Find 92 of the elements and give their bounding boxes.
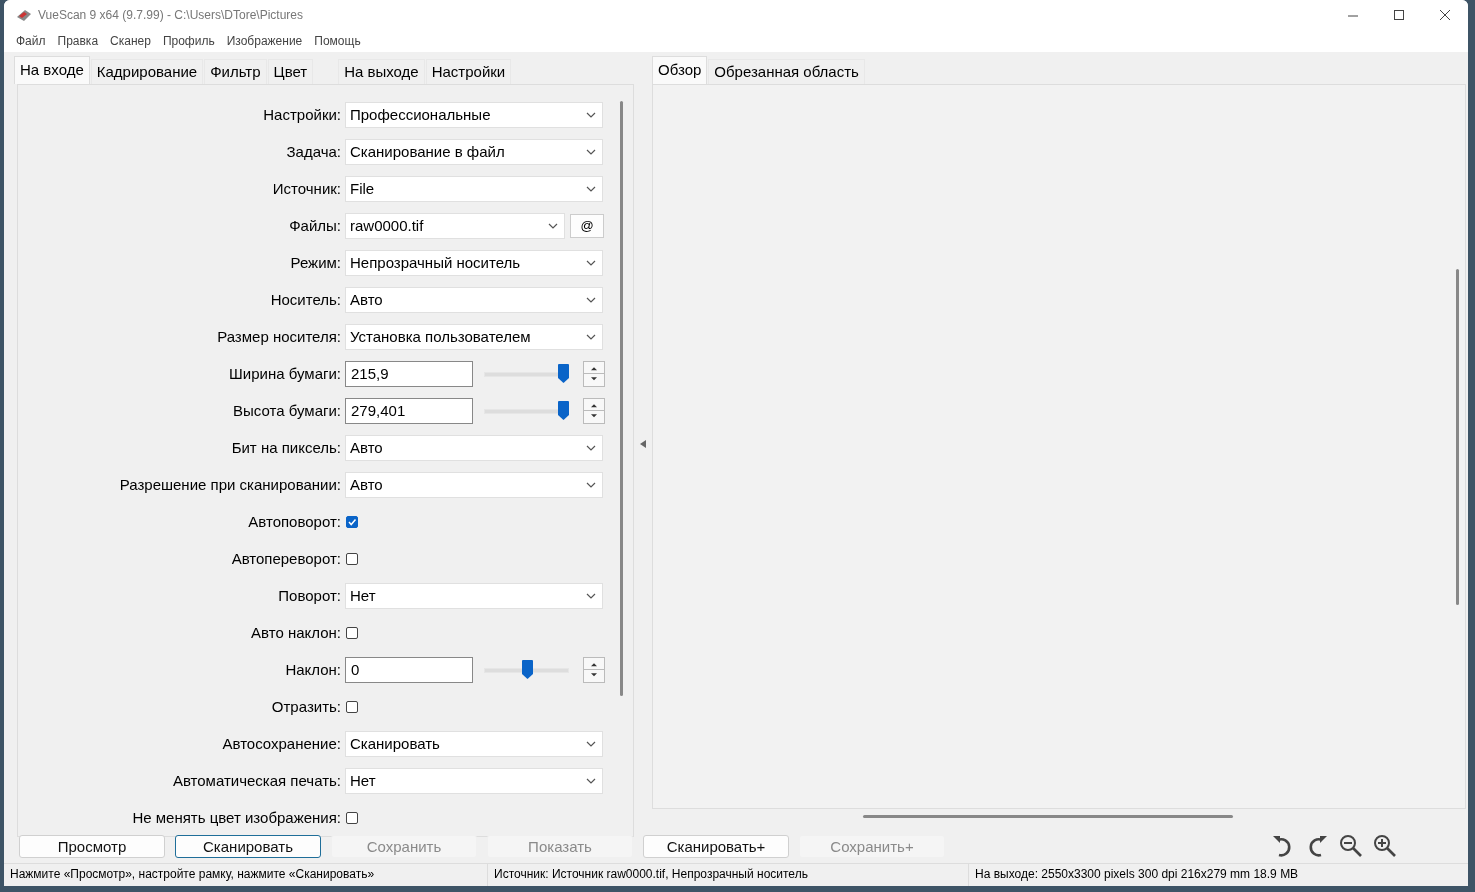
menu-item[interactable]: Правка <box>52 34 106 48</box>
caret-icon <box>548 222 558 229</box>
input-field[interactable]: 0 <box>345 656 473 683</box>
slider-thumb[interactable] <box>558 400 570 420</box>
caret-icon <box>586 592 596 599</box>
dropdown[interactable]: Авто <box>345 471 603 498</box>
slider[interactable] <box>484 658 569 681</box>
checkbox[interactable] <box>346 700 358 713</box>
tab[interactable]: Фильтр <box>204 59 267 84</box>
zoom-out-icon[interactable] <box>1338 833 1364 859</box>
dropdown[interactable]: Нет <box>345 767 603 794</box>
field-label: Наклон: <box>284 661 342 678</box>
field-label: Настройки: <box>262 106 342 123</box>
slider-thumb[interactable] <box>558 363 570 383</box>
dropdown[interactable]: Непрозрачный носитель <box>345 249 603 276</box>
field-label: Режим: <box>289 254 342 271</box>
slider[interactable] <box>484 399 569 422</box>
spinner[interactable] <box>583 656 605 683</box>
field-label: Автоповорот: <box>247 513 342 530</box>
dropdown[interactable]: raw0000.tif <box>345 212 565 239</box>
field-label: Автоматическая печать: <box>171 772 342 789</box>
caret-icon <box>586 296 596 303</box>
slider[interactable] <box>484 362 569 385</box>
dropdown[interactable]: Сканировать <box>345 730 603 757</box>
spinner[interactable] <box>583 397 605 424</box>
dropdown[interactable]: File <box>345 175 603 202</box>
menu-item[interactable]: Сканер <box>105 34 158 48</box>
tab[interactable]: На входе <box>14 56 90 84</box>
caret-icon <box>586 481 596 488</box>
status-text: Нажмите «Просмотр», настройте рамку, нажмите «Сканировать» <box>4 864 488 886</box>
field-label: Источник: <box>271 180 342 197</box>
field-label: Бит на пиксель: <box>230 439 342 456</box>
field-label: Авто наклон: <box>250 624 342 641</box>
menu-item[interactable]: Изображение <box>221 34 310 48</box>
slider-thumb[interactable] <box>521 659 533 679</box>
field-label: Разрешение при сканировании: <box>118 476 342 493</box>
tab[interactable]: Цвет <box>267 59 314 84</box>
at-button[interactable]: @ <box>570 213 604 238</box>
field-label: Автосохранение: <box>221 735 342 752</box>
status-text: Источник: Источник raw0000.tif, Непрозрачный носитель <box>488 864 969 886</box>
caret-icon <box>586 333 596 340</box>
app-icon <box>16 7 32 23</box>
scrollbar[interactable] <box>863 815 1233 818</box>
checkbox[interactable] <box>346 626 358 639</box>
tab[interactable]: Настройки <box>425 59 512 84</box>
tab[interactable]: Кадрирование <box>90 59 204 84</box>
maximize-icon[interactable] <box>1392 8 1406 22</box>
action-button[interactable]: Сканировать <box>175 834 321 858</box>
field-label: Автопереворот: <box>230 550 342 567</box>
scrollbar[interactable] <box>620 101 623 696</box>
dropdown[interactable]: Сканирование в файл <box>345 138 603 165</box>
collapse-arrow-icon[interactable] <box>639 439 647 448</box>
caret-icon <box>586 777 596 784</box>
caret-icon <box>586 111 596 118</box>
tab[interactable]: Обрезанная область <box>708 59 865 84</box>
checkbox[interactable] <box>346 515 358 528</box>
action-button[interactable]: Просмотр <box>19 834 165 858</box>
menu-item[interactable]: Помощь <box>309 34 368 48</box>
field-label: Размер носителя: <box>216 328 342 345</box>
close-icon[interactable] <box>1438 8 1452 22</box>
action-button[interactable]: Сканировать+ <box>643 834 789 858</box>
input-field[interactable]: 215,9 <box>345 360 473 387</box>
spinner[interactable] <box>583 360 605 387</box>
dropdown[interactable]: Профессиональные <box>345 101 603 128</box>
field-label: Носитель: <box>269 291 342 308</box>
field-label: Высота бумаги: <box>232 402 342 419</box>
menu-item[interactable]: Файл <box>11 34 53 48</box>
field-label: Файлы: <box>288 217 342 234</box>
caret-icon <box>586 185 596 192</box>
dropdown[interactable]: Нет <box>345 582 603 609</box>
input-field[interactable]: 279,401 <box>345 397 473 424</box>
window-title: VueScan 9 x64 (9.7.99) - C:\Users\DTore\Pictures <box>38 8 304 22</box>
field-label: Не менять цвет изображения: <box>131 809 342 826</box>
checkbox[interactable] <box>346 811 358 824</box>
checkbox[interactable] <box>346 552 358 565</box>
status-text: На выходе: 2550x3300 pixels 300 dpi 216x279 mm 18.9 MB <box>974 866 1300 883</box>
field-label: Поворот: <box>277 587 342 604</box>
scrollbar[interactable] <box>1456 269 1459 605</box>
field-label: Задача: <box>285 143 342 160</box>
menu-item[interactable]: Профиль <box>157 34 222 48</box>
caret-icon <box>586 740 596 747</box>
dropdown[interactable]: Авто <box>345 286 603 313</box>
field-label: Отразить: <box>270 698 342 715</box>
field-label: Ширина бумаги: <box>228 365 342 382</box>
tab[interactable]: На выходе <box>338 59 425 84</box>
tab[interactable]: Обзор <box>652 56 708 84</box>
dropdown[interactable]: Авто <box>345 434 603 461</box>
zoom-in-icon[interactable] <box>1372 833 1398 859</box>
caret-icon <box>586 259 596 266</box>
caret-icon <box>586 444 596 451</box>
caret-icon <box>586 148 596 155</box>
dropdown[interactable]: Установка пользователем <box>345 323 603 350</box>
